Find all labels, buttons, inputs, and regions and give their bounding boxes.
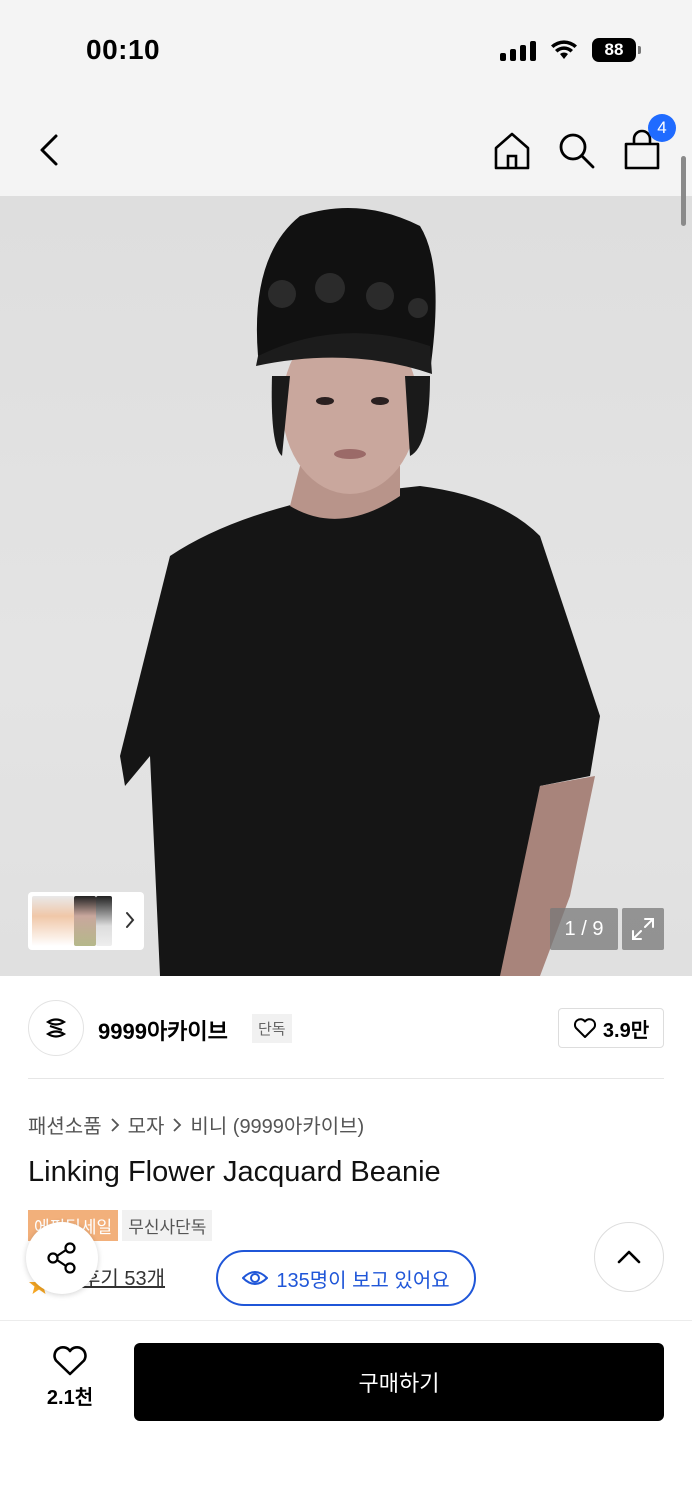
viewers-text: 135명이 보고 있어요: [276, 1269, 450, 1292]
wifi-icon: [551, 40, 577, 59]
cart-count-badge: 4: [648, 114, 676, 142]
cart-button[interactable]: 4: [620, 114, 676, 172]
divider: [28, 1078, 664, 1079]
product-title: Linking Flower Jacquard Beanie: [28, 1156, 441, 1188]
breadcrumb-item[interactable]: 패션소품: [28, 1110, 102, 1139]
share-icon: [47, 1242, 76, 1274]
expand-button[interactable]: [622, 908, 664, 950]
brand-like-count: 3.9만: [602, 1019, 650, 1042]
home-icon[interactable]: [490, 128, 534, 172]
thumbnail-3[interactable]: [96, 896, 112, 946]
share-button[interactable]: [26, 1222, 98, 1294]
back-icon[interactable]: [30, 128, 70, 172]
brand-logo-mark: [45, 1018, 67, 1038]
eye-icon: [242, 1271, 269, 1285]
product-image[interactable]: [0, 196, 692, 976]
brand-like-button[interactable]: 3.9만: [558, 1008, 664, 1048]
expand-icon: [632, 918, 654, 940]
exclusive-badge: 무신사단독: [122, 1210, 213, 1241]
chevron-right-icon: [173, 1117, 182, 1132]
chevron-up-icon: [617, 1250, 641, 1264]
brand-row[interactable]: 9999아카이브 단독 3.9만: [28, 1000, 664, 1056]
bottom-action-bar: 2.1천 구매하기: [0, 1320, 692, 1500]
heart-icon: [573, 1018, 596, 1038]
brand-name[interactable]: 9999아카이브: [98, 1014, 228, 1046]
scroll-indicator[interactable]: [681, 156, 686, 226]
image-page-indicator: 1 / 9: [550, 908, 618, 950]
status-bar: 00:10 88: [0, 0, 692, 100]
wishlist-count: 2.1천: [46, 1387, 94, 1409]
cellular-signal-icon: [500, 39, 536, 61]
status-time: 00:10: [86, 34, 161, 65]
scroll-to-top-button[interactable]: [594, 1222, 664, 1292]
chevron-right-icon: [110, 1117, 119, 1132]
thumbnail-1[interactable]: [32, 896, 74, 946]
heart-icon: [53, 1346, 87, 1376]
viewers-badge: 135명이 보고 있어요: [216, 1250, 476, 1306]
breadcrumb: 패션소품 모자 비니 (9999아카이브): [28, 1110, 364, 1139]
thumbnail-2[interactable]: [74, 896, 96, 946]
brand-logo[interactable]: [28, 1000, 84, 1056]
chevron-right-icon: [126, 912, 135, 928]
thumbnail-strip[interactable]: [28, 892, 144, 950]
battery-indicator: 88: [592, 38, 641, 62]
status-icons: 88: [500, 38, 641, 62]
search-icon[interactable]: [554, 128, 598, 172]
product-photo: [120, 208, 600, 976]
breadcrumb-item[interactable]: 비니 (9999아카이브): [190, 1110, 364, 1139]
brand-exclusive-tag: 단독: [252, 1014, 292, 1043]
wishlist-button[interactable]: 2.1천: [40, 1345, 100, 1410]
buy-button[interactable]: 구매하기: [134, 1343, 664, 1421]
breadcrumb-item[interactable]: 모자: [128, 1110, 165, 1139]
top-nav-bar: 4: [0, 100, 692, 196]
